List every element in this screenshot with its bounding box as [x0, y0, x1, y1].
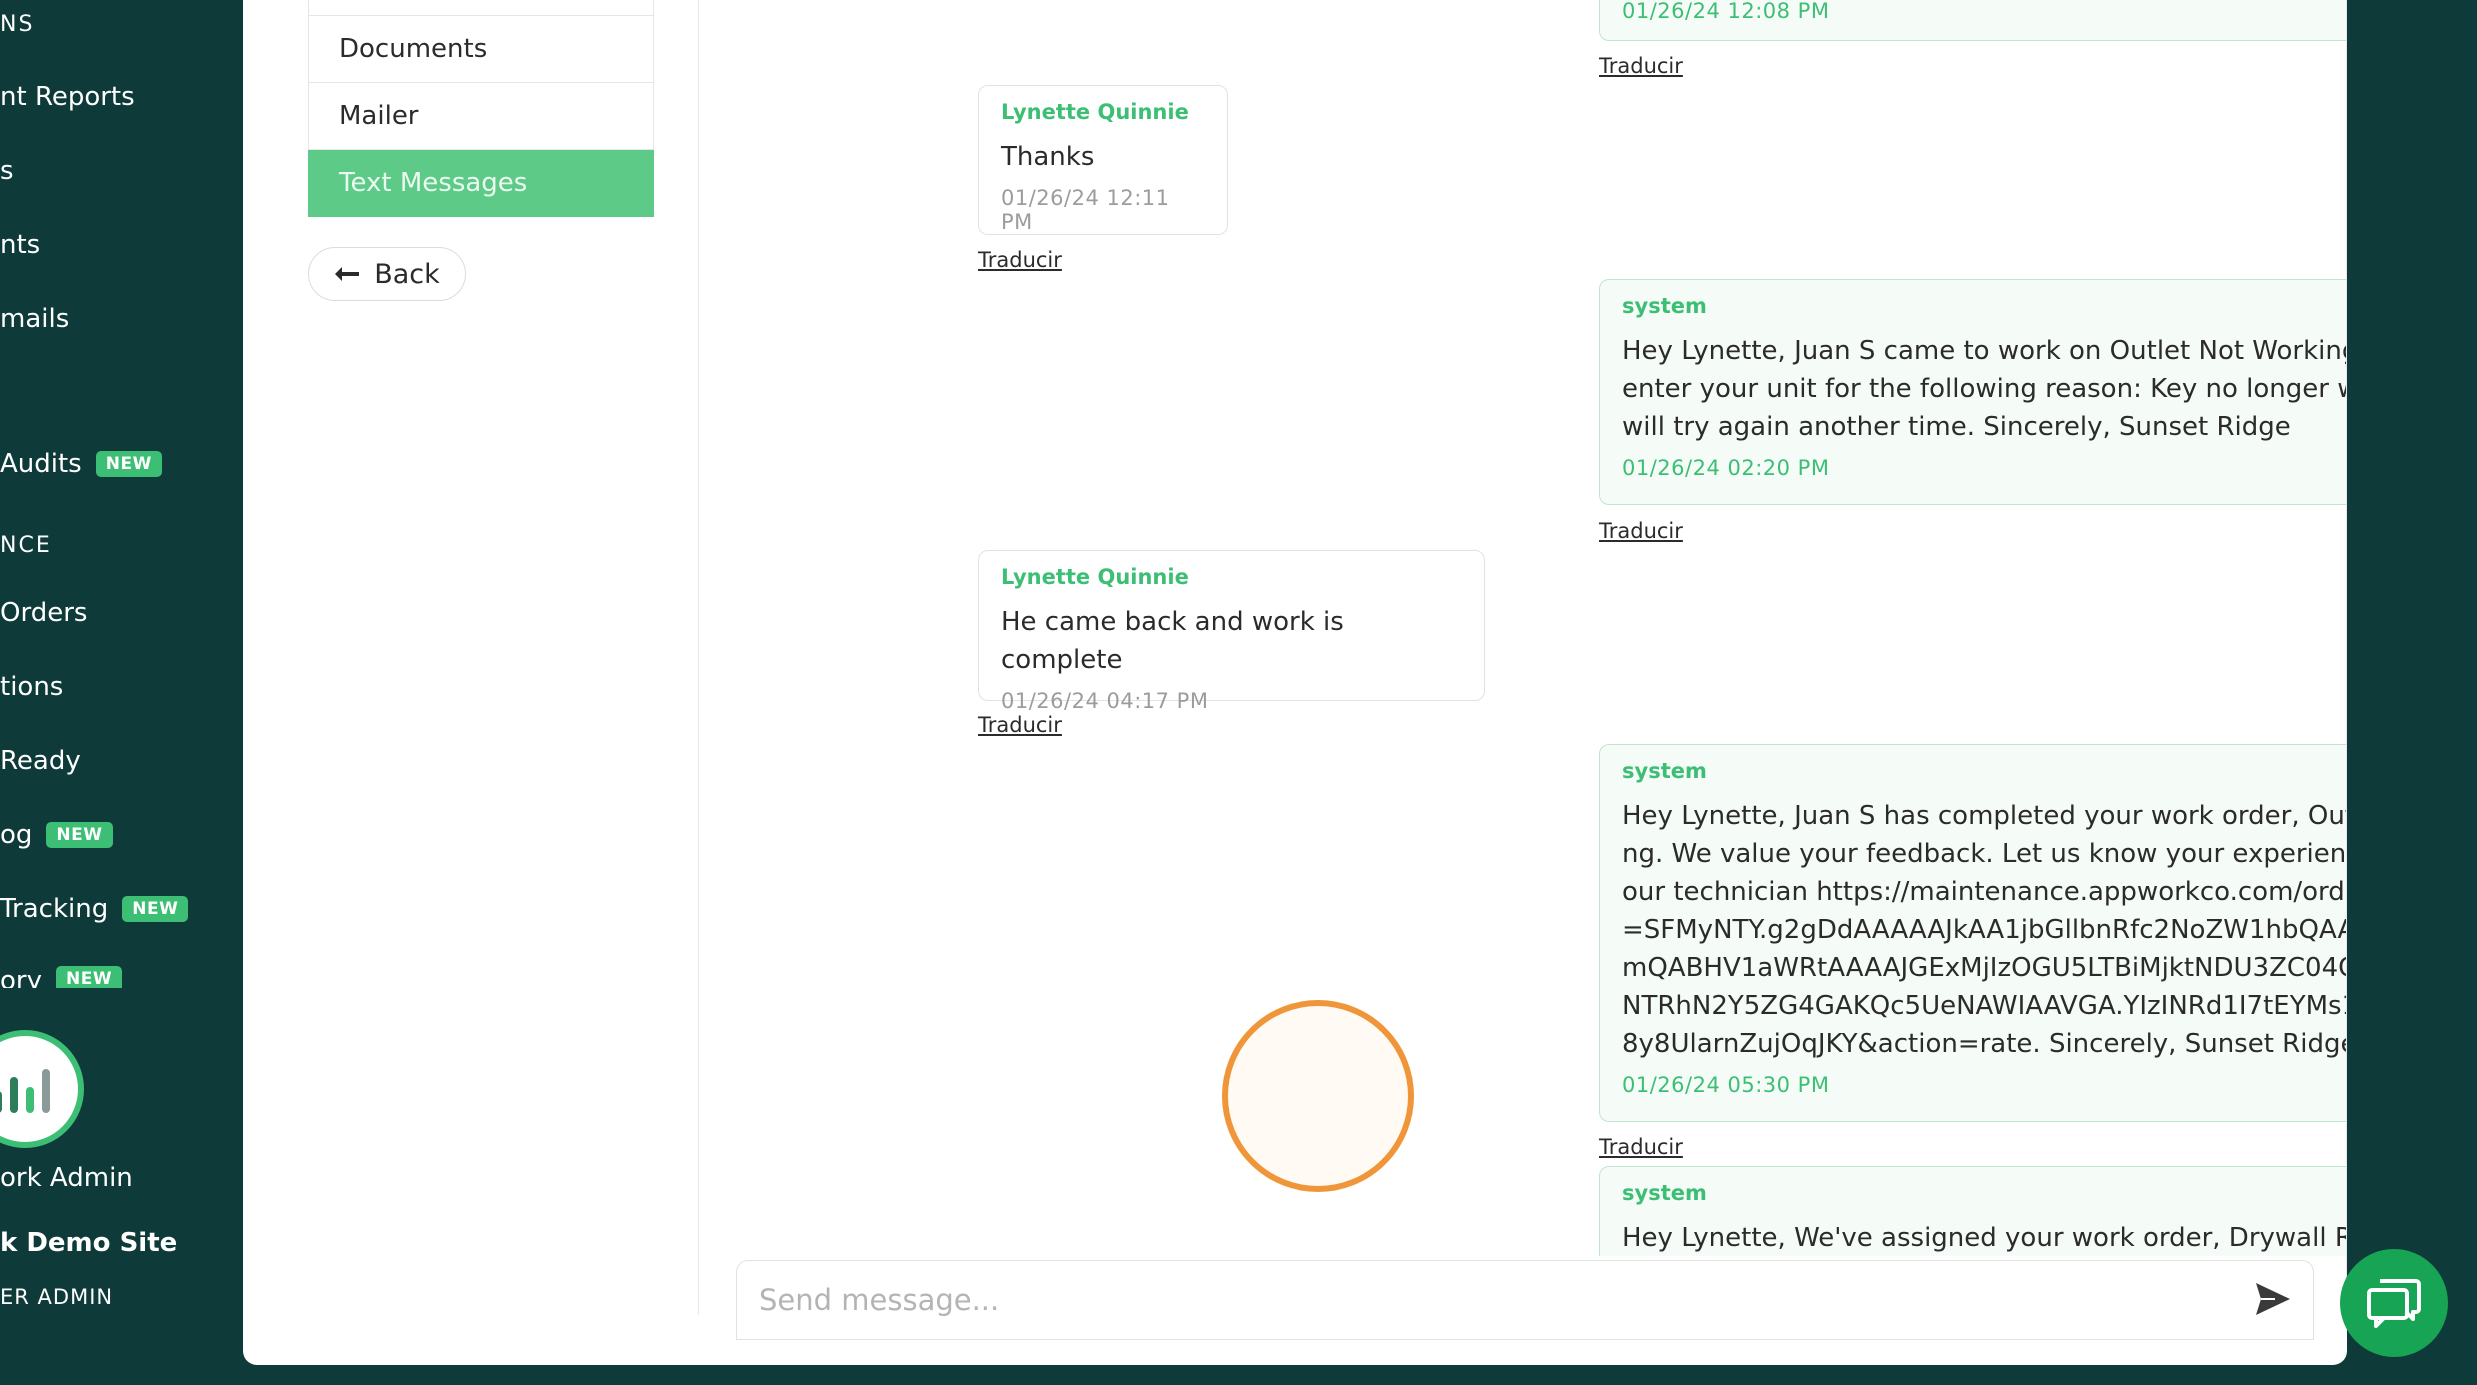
chat-bubbles-icon: [2367, 1279, 2421, 1328]
chat-button[interactable]: [2340, 1249, 2448, 1357]
divider: [2346, 0, 2347, 1315]
message-time: 01/26/24 05:30 PM: [1622, 1073, 1830, 1097]
sidebar: NS nt Reports s nts mails Audits NEW NCE…: [0, 0, 243, 1385]
sidebar-item-tracking[interactable]: Tracking NEW: [0, 894, 189, 924]
translate-link[interactable]: Traducir: [978, 713, 1062, 737]
message-thread[interactable]: 01/26/24 12:08 PM Traducir Lynette Quinn…: [699, 0, 2346, 1256]
sidebar-item-reports[interactable]: nt Reports: [0, 82, 135, 112]
sidebar-item-work-orders[interactable]: Orders: [0, 598, 87, 628]
site-name: k Demo Site: [0, 1228, 178, 1258]
bar-chart-icon: [0, 1069, 50, 1113]
arrow-left-icon: [335, 267, 360, 281]
user-name: ork Admin: [0, 1163, 133, 1193]
message-sender: system: [1622, 294, 1707, 318]
sidebar-item-ready[interactable]: Ready: [0, 746, 81, 776]
sidebar-item-audits[interactable]: Audits NEW: [0, 449, 162, 479]
message-bubble-resident: Lynette Quinnie He came back and work is…: [978, 550, 1485, 713]
sidebar-section-header: NS: [0, 12, 35, 37]
message-bubble-system: system Hey Lynette, We've assigned your …: [1599, 1166, 2346, 1256]
message-time: 01/26/24 12:08 PM: [1622, 0, 1830, 23]
subnav-item-mailer[interactable]: Mailer: [308, 83, 654, 150]
message-bubble-resident: Lynette Quinnie Thanks 01/26/24 12:11 PM: [978, 85, 1228, 235]
new-badge: NEW: [95, 451, 162, 477]
back-button-label: Back: [374, 258, 440, 290]
new-badge: NEW: [46, 822, 113, 848]
sidebar-item-inventory[interactable]: ory NEW: [0, 966, 123, 988]
message-sender: system: [1622, 1181, 1707, 1205]
sidebar-item-log[interactable]: og NEW: [0, 820, 113, 850]
message-time: 01/26/24 04:17 PM: [1001, 689, 1209, 713]
message-bubble-system: system Hey Lynette, Juan S came to work …: [1599, 279, 2346, 505]
subnav-item-documents[interactable]: Documents: [308, 16, 654, 83]
back-button[interactable]: Back: [308, 247, 466, 301]
sidebar-item-inspections[interactable]: tions: [0, 672, 63, 702]
subnav-item-text-messages[interactable]: Text Messages: [308, 150, 654, 217]
user-role: ER ADMIN: [0, 1285, 114, 1309]
sidebar-item-3[interactable]: s: [0, 156, 14, 186]
resident-subnav: Documents Mailer Text Messages: [308, 0, 654, 217]
message-time: 01/26/24 02:20 PM: [1622, 456, 1830, 480]
message-body: Hey Lynette, Juan S has completed your w…: [1622, 801, 2346, 1059]
message-body: He came back and work is complete: [1001, 607, 1344, 675]
click-indicator: [1222, 1000, 1414, 1192]
message-body: Thanks: [1001, 142, 1095, 172]
message-body: Hey Lynette, Juan S came to work on Outl…: [1622, 336, 2346, 442]
message-body: Hey Lynette, We've assigned your work or…: [1622, 1223, 2346, 1253]
message-time: 01/26/24 12:11 PM: [1001, 186, 1170, 234]
message-bubble-system: system Hey Lynette, Juan S has completed…: [1599, 744, 2346, 1122]
subnav-item-previous[interactable]: [308, 0, 654, 16]
send-icon[interactable]: [2253, 1279, 2293, 1319]
translate-link[interactable]: Traducir: [1599, 519, 1683, 543]
translate-link[interactable]: Traducir: [1599, 1135, 1683, 1159]
avatar[interactable]: [0, 1030, 84, 1148]
sidebar-section-maintenance: NCE: [0, 533, 52, 558]
message-input[interactable]: [759, 1275, 2199, 1325]
message-sender: Lynette Quinnie: [1001, 565, 1189, 589]
new-badge: NEW: [122, 896, 189, 922]
sidebar-item-4[interactable]: nts: [0, 230, 40, 260]
message-composer: [736, 1260, 2314, 1340]
message-sender: Lynette Quinnie: [1001, 100, 1189, 124]
translate-link[interactable]: Traducir: [1599, 54, 1683, 78]
new-badge: NEW: [55, 966, 123, 988]
message-bubble-system: 01/26/24 12:08 PM: [1599, 0, 2346, 41]
message-sender: system: [1622, 759, 1707, 783]
sidebar-item-emails[interactable]: mails: [0, 304, 69, 334]
translate-link[interactable]: Traducir: [978, 248, 1062, 272]
